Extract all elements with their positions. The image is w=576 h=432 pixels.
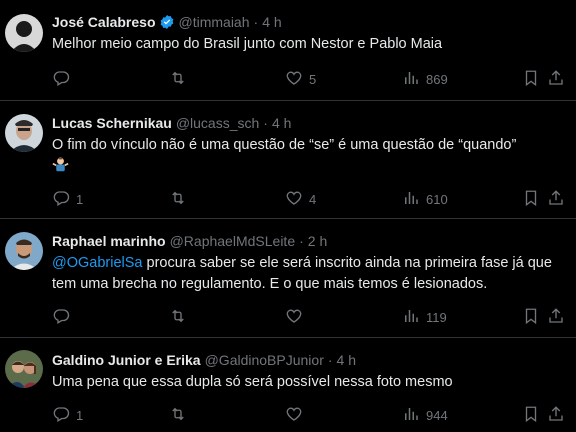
reply-count: 1 [76, 408, 84, 423]
retweet-icon [169, 307, 187, 328]
author-name[interactable]: Raphael marinho [52, 232, 166, 250]
like-button[interactable] [285, 405, 309, 426]
bookmark-icon [522, 69, 540, 90]
avatar[interactable] [5, 14, 43, 52]
author-name[interactable]: Galdino Junior e Erika [52, 351, 201, 369]
tweet-text: Uma pena que essa dupla só será possível… [52, 374, 453, 390]
avatar[interactable] [5, 232, 43, 270]
tweet-feed: José Calabreso @timmaiah · 4 h Melhor me… [0, 0, 576, 432]
tweet[interactable]: José Calabreso @timmaiah · 4 h Melhor me… [0, 0, 576, 101]
bookmark-button[interactable] [522, 307, 540, 328]
views-chart-icon [402, 307, 420, 328]
timestamp[interactable]: 2 h [308, 232, 327, 250]
retweet-icon [169, 189, 187, 210]
reply-button[interactable] [52, 307, 76, 328]
reply-count: 1 [76, 192, 84, 207]
reply-icon [52, 405, 70, 426]
tweet-text: Melhor meio campo do Brasil junto com Ne… [52, 36, 443, 52]
reply-button[interactable]: 1 [52, 405, 83, 426]
reply-icon [52, 69, 70, 90]
retweet-button[interactable] [169, 307, 193, 328]
share-icon [547, 69, 565, 90]
retweet-icon [169, 69, 187, 90]
view-count: 944 [426, 408, 448, 423]
share-button[interactable] [547, 405, 565, 426]
views-button[interactable]: 944 [402, 405, 448, 426]
share-button[interactable] [547, 307, 565, 328]
tweet-text: @OGabrielSa procura saber se ele será in… [52, 255, 552, 292]
like-button[interactable] [285, 307, 309, 328]
heart-icon [285, 69, 303, 90]
verified-badge-icon [159, 14, 175, 30]
views-chart-icon [402, 69, 420, 90]
reply-icon [52, 189, 70, 210]
heart-icon [285, 307, 303, 328]
retweet-button[interactable] [169, 189, 193, 210]
views-button[interactable]: 869 [402, 69, 448, 90]
mention-link[interactable]: @OGabrielSa [52, 255, 142, 271]
view-count: 610 [426, 192, 448, 207]
author-name[interactable]: José Calabreso [52, 13, 156, 31]
retweet-icon [169, 405, 187, 426]
avatar[interactable] [5, 114, 43, 152]
views-chart-icon [402, 405, 420, 426]
author-name[interactable]: Lucas Schernikau [52, 114, 172, 132]
share-icon [547, 405, 565, 426]
timestamp[interactable]: 4 h [272, 114, 291, 132]
views-chart-icon [402, 189, 420, 210]
view-count: 869 [426, 72, 448, 87]
man-shrugging-emoji [52, 156, 69, 173]
reply-button[interactable] [52, 69, 76, 90]
retweet-button[interactable] [169, 69, 193, 90]
views-button[interactable]: 610 [402, 189, 448, 210]
share-icon [547, 307, 565, 328]
bookmark-icon [522, 307, 540, 328]
like-count: 5 [309, 72, 317, 87]
bookmark-icon [522, 405, 540, 426]
avatar[interactable] [5, 350, 43, 388]
bookmark-icon [522, 189, 540, 210]
like-count: 4 [309, 192, 317, 207]
like-button[interactable]: 4 [285, 189, 316, 210]
reply-button[interactable]: 1 [52, 189, 83, 210]
bookmark-button[interactable] [522, 405, 540, 426]
like-button[interactable]: 5 [285, 69, 316, 90]
tweet[interactable]: Lucas Schernikau @lucass_sch · 4 h O fim… [0, 101, 576, 219]
tweet[interactable]: Galdino Junior e Erika @GaldinoBPJunior … [0, 338, 576, 432]
author-handle[interactable]: @RaphaelMdSLeite [170, 232, 296, 250]
view-count: 119 [426, 310, 447, 325]
heart-icon [285, 189, 303, 210]
author-handle[interactable]: @timmaiah [179, 13, 250, 31]
tweet[interactable]: Raphael marinho @RaphaelMdSLeite · 2 h @… [0, 219, 576, 338]
reply-icon [52, 307, 70, 328]
heart-icon [285, 405, 303, 426]
author-handle[interactable]: @GaldinoBPJunior [205, 351, 324, 369]
tweet-text: O fim do vínculo não é uma questão de “s… [52, 135, 566, 177]
share-button[interactable] [547, 189, 565, 210]
retweet-button[interactable] [169, 405, 193, 426]
share-button[interactable] [547, 69, 565, 90]
bookmark-button[interactable] [522, 189, 540, 210]
bookmark-button[interactable] [522, 69, 540, 90]
views-button[interactable]: 119 [402, 307, 447, 328]
author-handle[interactable]: @lucass_sch [176, 114, 259, 132]
timestamp[interactable]: 4 h [337, 351, 356, 369]
share-icon [547, 189, 565, 210]
timestamp[interactable]: 4 h [262, 13, 281, 31]
